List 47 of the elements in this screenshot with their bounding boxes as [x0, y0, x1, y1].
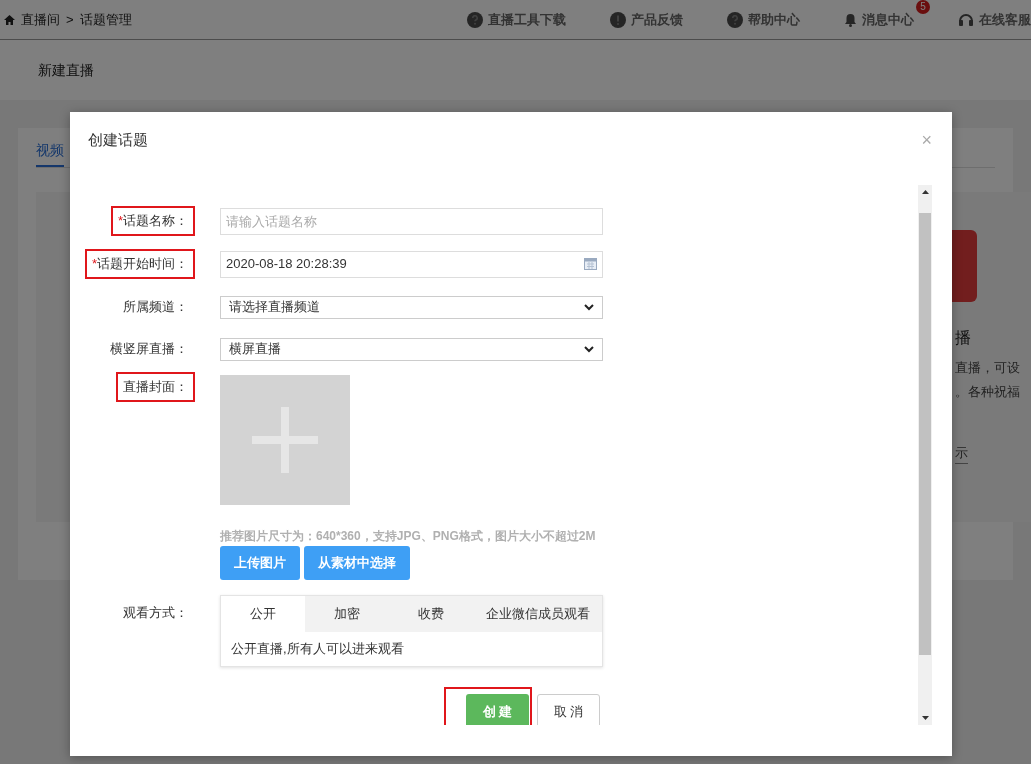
card-link[interactable]: 示 [955, 443, 968, 464]
tab[interactable]: 视频 [36, 140, 64, 167]
view-mode-tab[interactable]: 公开 [221, 596, 305, 632]
help-icon [467, 11, 483, 28]
calendar-icon [584, 258, 597, 270]
headset-icon [958, 12, 974, 27]
bell-icon [844, 12, 857, 27]
select-field[interactable]: 横屏直播 [220, 337, 603, 361]
breadcrumb-current: 话题管理 [79, 10, 132, 29]
scrollbar[interactable] [918, 185, 932, 725]
header-link[interactable]: 帮助中心 [748, 9, 800, 30]
notification-badge: 5 [916, 0, 930, 14]
header-link[interactable]: 在线客服 [979, 9, 1031, 30]
breadcrumb-link[interactable]: 直播间 [21, 9, 60, 30]
section-title: 新建直播 [38, 60, 94, 80]
header-link[interactable]: 直播工具下载 [488, 9, 566, 30]
view-mode-description: 公开直播,所有人可以进来观看 [231, 640, 404, 659]
home-icon [4, 14, 15, 25]
close-button[interactable]: × [921, 126, 932, 154]
upload-button[interactable]: 从素材中选择 [304, 546, 410, 580]
field-label: 观看方式： [122, 604, 189, 622]
scroll-up-icon [921, 190, 929, 194]
topic-name-field[interactable]: 请输入话题名称 [220, 207, 603, 235]
card-title: 播 [955, 328, 971, 348]
create-button[interactable]: 创 建 [466, 694, 529, 725]
chevron-down-icon [584, 303, 594, 311]
field-label: *话题开始时间： [84, 249, 195, 279]
date-field[interactable]: 2020-08-18 20:28:39 [220, 250, 603, 278]
image-hint: 推荐图片尺寸为：640*360，支持JPG、PNG格式，图片大小不超过2M [220, 528, 596, 545]
field-label: 横竖屏直播： [109, 340, 189, 358]
dialog-title: 创建话题 [88, 129, 148, 150]
select-field[interactable]: 请选择直播频道 [220, 295, 603, 319]
cancel-button[interactable]: 取 消 [537, 694, 600, 725]
header-link[interactable]: 产品反馈 [631, 9, 683, 30]
card-description: 直播，可设 [955, 359, 1020, 377]
field-label: 所属频道： [122, 298, 189, 316]
upload-button[interactable]: 上传图片 [220, 546, 300, 580]
help-icon [727, 11, 743, 28]
info-icon [610, 11, 626, 28]
card-description: 。各种祝福 [955, 382, 1020, 401]
scroll-down-icon [921, 716, 929, 720]
header-link[interactable]: 消息中心 [862, 9, 914, 30]
breadcrumb-separator: > [66, 10, 74, 29]
chevron-down-icon [584, 345, 594, 353]
image-upload-area[interactable] [220, 375, 350, 505]
field-label: 直播封面： [116, 372, 195, 402]
field-label: *话题名称： [110, 206, 195, 236]
